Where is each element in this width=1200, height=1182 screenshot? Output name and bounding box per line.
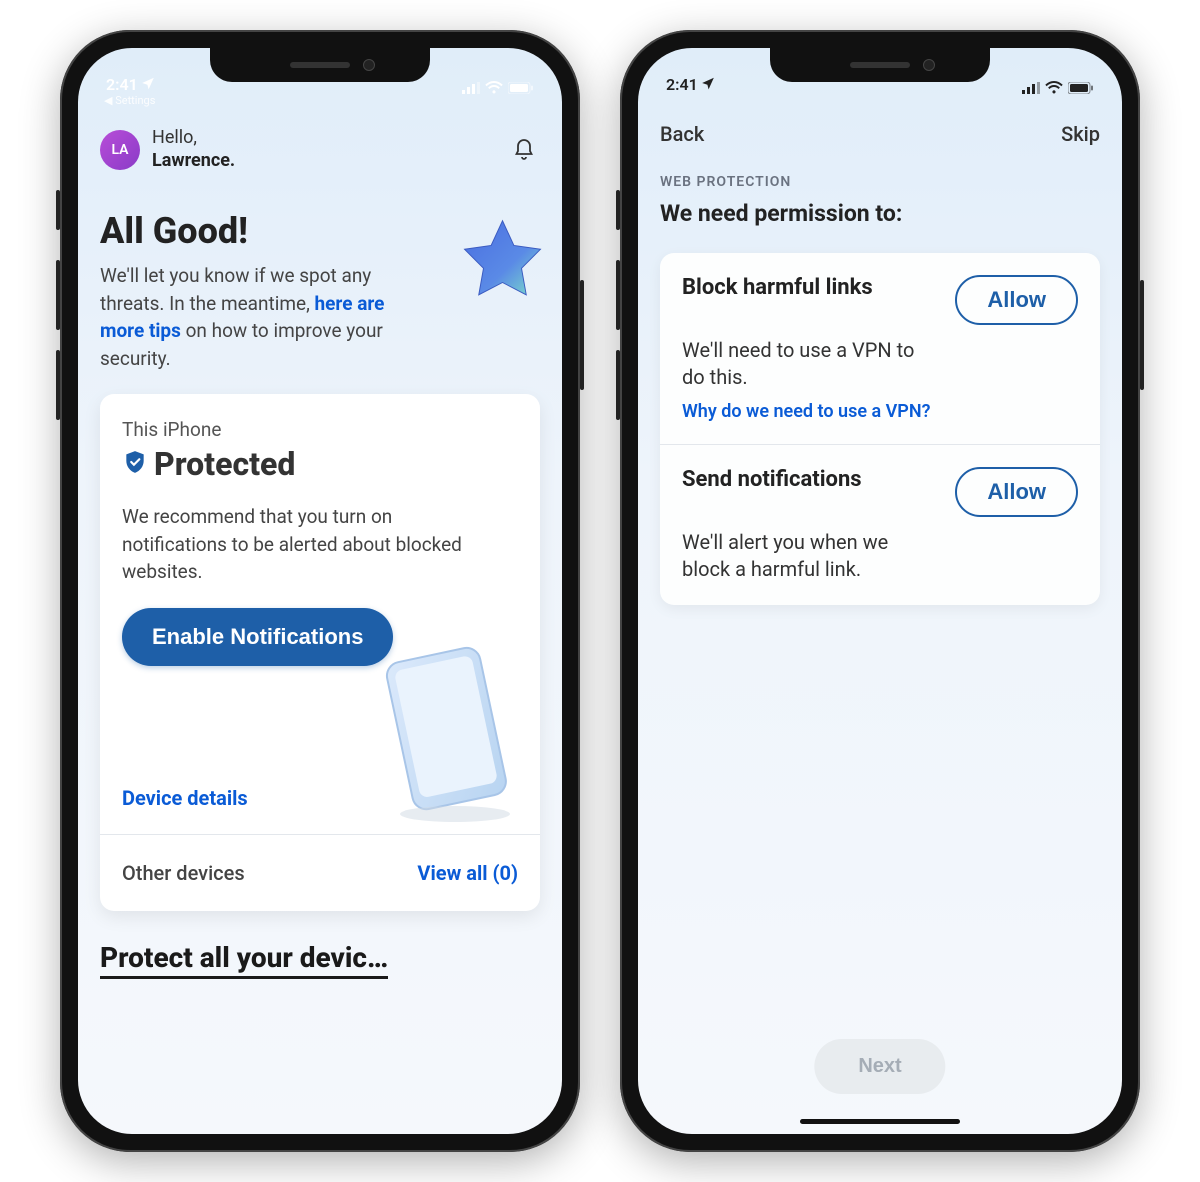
wifi-icon [485, 81, 503, 94]
back-to-settings[interactable]: ◀ Settings [78, 94, 562, 107]
allow-notifications-button[interactable]: Allow [955, 467, 1078, 517]
phone-frame-left: 2:41 ◀ Settings LA [60, 30, 580, 1152]
skip-button[interactable]: Skip [1061, 122, 1100, 146]
notch [210, 48, 430, 82]
status-time: 2:41 [666, 75, 698, 94]
permission-desc: We'll alert you when we block a harmful … [682, 529, 922, 583]
greeting-label: Hello, [152, 127, 235, 150]
vpn-why-link[interactable]: Why do we need to use a VPN? [682, 401, 1078, 422]
view-all-link[interactable]: View all (0) [417, 861, 518, 885]
phone-frame-right: 2:41 Back Skip [620, 30, 1140, 1152]
signal-icon [1022, 82, 1040, 94]
device-card: This iPhone Protected We recommend that … [100, 394, 540, 911]
location-icon [701, 75, 715, 94]
notifications-button[interactable] [508, 134, 540, 166]
star-icon [455, 216, 550, 311]
phone-illustration-icon [360, 644, 530, 824]
headline-summary: We'll let you know if we spot any threat… [100, 262, 430, 372]
battery-icon [508, 82, 534, 94]
section-label: WEB PROTECTION [660, 174, 1100, 190]
enable-notifications-button[interactable]: Enable Notifications [122, 608, 393, 666]
home-indicator[interactable] [800, 1119, 960, 1124]
battery-icon [1068, 82, 1094, 94]
truncated-heading: Protect all your devic… [100, 941, 388, 979]
back-button[interactable]: Back [660, 122, 704, 146]
wifi-icon [1045, 81, 1063, 94]
card-recommendation: We recommend that you turn on notificati… [122, 503, 482, 586]
avatar[interactable]: LA [100, 130, 140, 170]
other-devices-label: Other devices [122, 861, 245, 885]
notch [770, 48, 990, 82]
screen-home: 2:41 ◀ Settings LA [78, 48, 562, 1134]
signal-icon [462, 82, 480, 94]
status-time: 2:41 [106, 75, 138, 94]
permission-block-links: Block harmful links Allow We'll need to … [660, 253, 1100, 444]
permission-title: Block harmful links [682, 275, 873, 301]
permission-title: Send notifications [682, 467, 862, 493]
section-title: We need permission to: [660, 200, 1100, 227]
location-icon [141, 75, 155, 94]
next-button[interactable]: Next [814, 1039, 945, 1094]
protection-status: Protected [154, 445, 295, 483]
permission-desc: We'll need to use a VPN to do this. [682, 337, 922, 391]
greeting-text: Hello, Lawrence. [152, 127, 235, 172]
shield-check-icon [122, 449, 148, 479]
screen-permissions: 2:41 Back Skip [638, 48, 1122, 1134]
allow-block-links-button[interactable]: Allow [955, 275, 1078, 325]
user-name: Lawrence. [152, 150, 235, 173]
permissions-card: Block harmful links Allow We'll need to … [660, 253, 1100, 605]
permission-notifications: Send notifications Allow We'll alert you… [660, 444, 1100, 605]
device-label: This iPhone [122, 418, 518, 441]
